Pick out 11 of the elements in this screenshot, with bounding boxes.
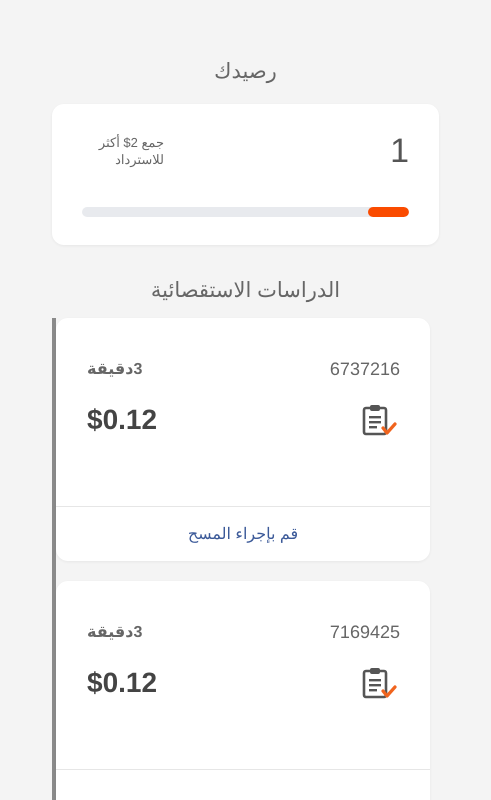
survey-reward: $0.12	[87, 403, 158, 438]
survey-duration: 3دقيقة	[87, 360, 142, 380]
balance-title: رصيدك	[213, 59, 278, 86]
take-survey-link[interactable]: قم بإجراء المسح	[56, 506, 430, 562]
survey-duration: 3دقيقة	[87, 622, 142, 643]
balance-value: 1	[390, 134, 409, 168]
survey-id: 7169425	[330, 621, 400, 644]
surveys-title: الدراسات الاستقصائية	[150, 278, 342, 304]
survey-reward: $0.12	[87, 666, 158, 700]
balance-note: جمع 2$ أكثر للاسترداد	[97, 134, 164, 169]
survey-id: 6737216	[330, 358, 400, 382]
